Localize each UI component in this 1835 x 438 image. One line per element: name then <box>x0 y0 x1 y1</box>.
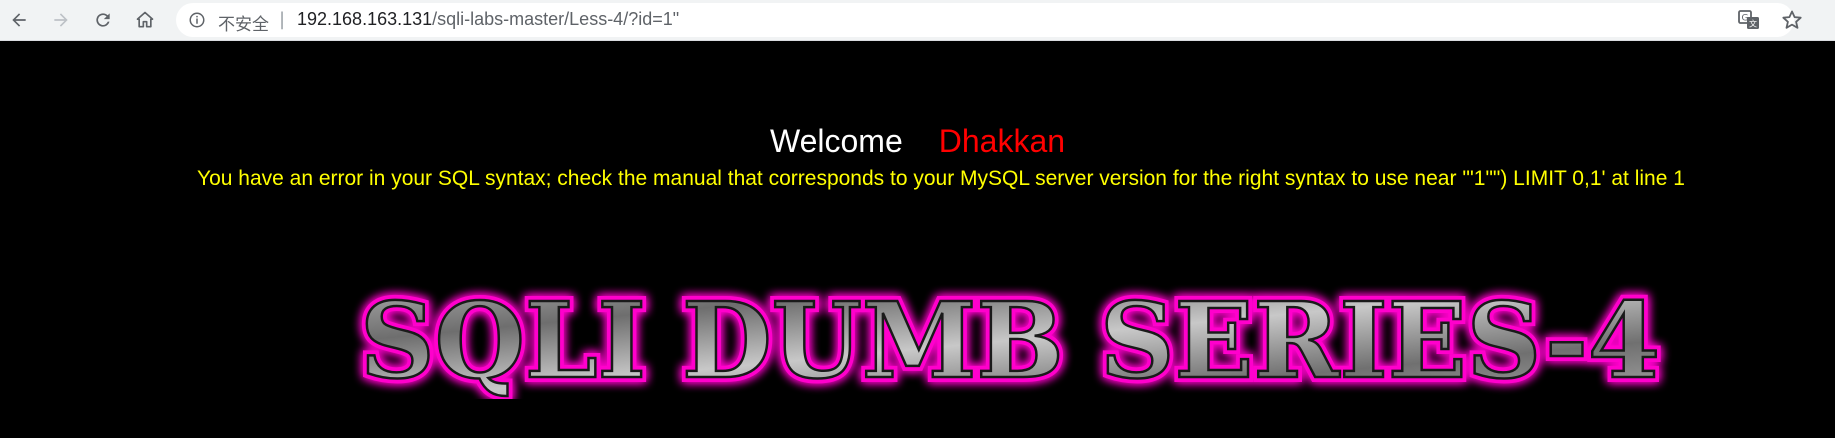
url-text[interactable]: 192.168.163.131/sqli-labs-master/Less-4/… <box>297 9 679 30</box>
url-path: /sqli-labs-master/Less-4/?id=1" <box>432 9 680 29</box>
address-bar[interactable]: 不安全 | 192.168.163.131/sqli-labs-master/L… <box>176 3 1794 37</box>
reload-button[interactable] <box>88 5 118 35</box>
forward-button[interactable] <box>46 5 76 35</box>
back-icon <box>12 13 26 27</box>
reload-icon <box>96 13 110 27</box>
page-content: Welcome Dhakkan You have an error in your… <box>0 41 1835 438</box>
home-button[interactable] <box>130 5 160 35</box>
forward-icon <box>54 13 68 27</box>
url-separator: | <box>279 9 286 30</box>
security-label[interactable]: 不安全 <box>218 10 269 35</box>
star-icon[interactable] <box>1780 8 1804 32</box>
welcome-text: Welcome <box>769 123 903 159</box>
welcome-line: Welcome Dhakkan <box>0 123 1835 160</box>
url-host: 192.168.163.131 <box>297 9 433 29</box>
series-banner: SQLI DUMB SERIES-4 SQLI DUMB SERIES-4 <box>355 274 1665 399</box>
banner-title: SQLI DUMB SERIES-4 <box>360 279 1660 399</box>
svg-text:文: 文 <box>1749 19 1757 29</box>
info-icon[interactable] <box>188 11 206 29</box>
home-icon <box>136 11 154 28</box>
sql-error-message: You have an error in your SQL syntax; ch… <box>197 167 1685 190</box>
user-name: Dhakkan <box>938 123 1066 159</box>
translate-icon[interactable]: G 文 <box>1737 8 1761 32</box>
back-button[interactable] <box>4 5 34 35</box>
browser-toolbar: 不安全 | 192.168.163.131/sqli-labs-master/L… <box>0 0 1835 41</box>
